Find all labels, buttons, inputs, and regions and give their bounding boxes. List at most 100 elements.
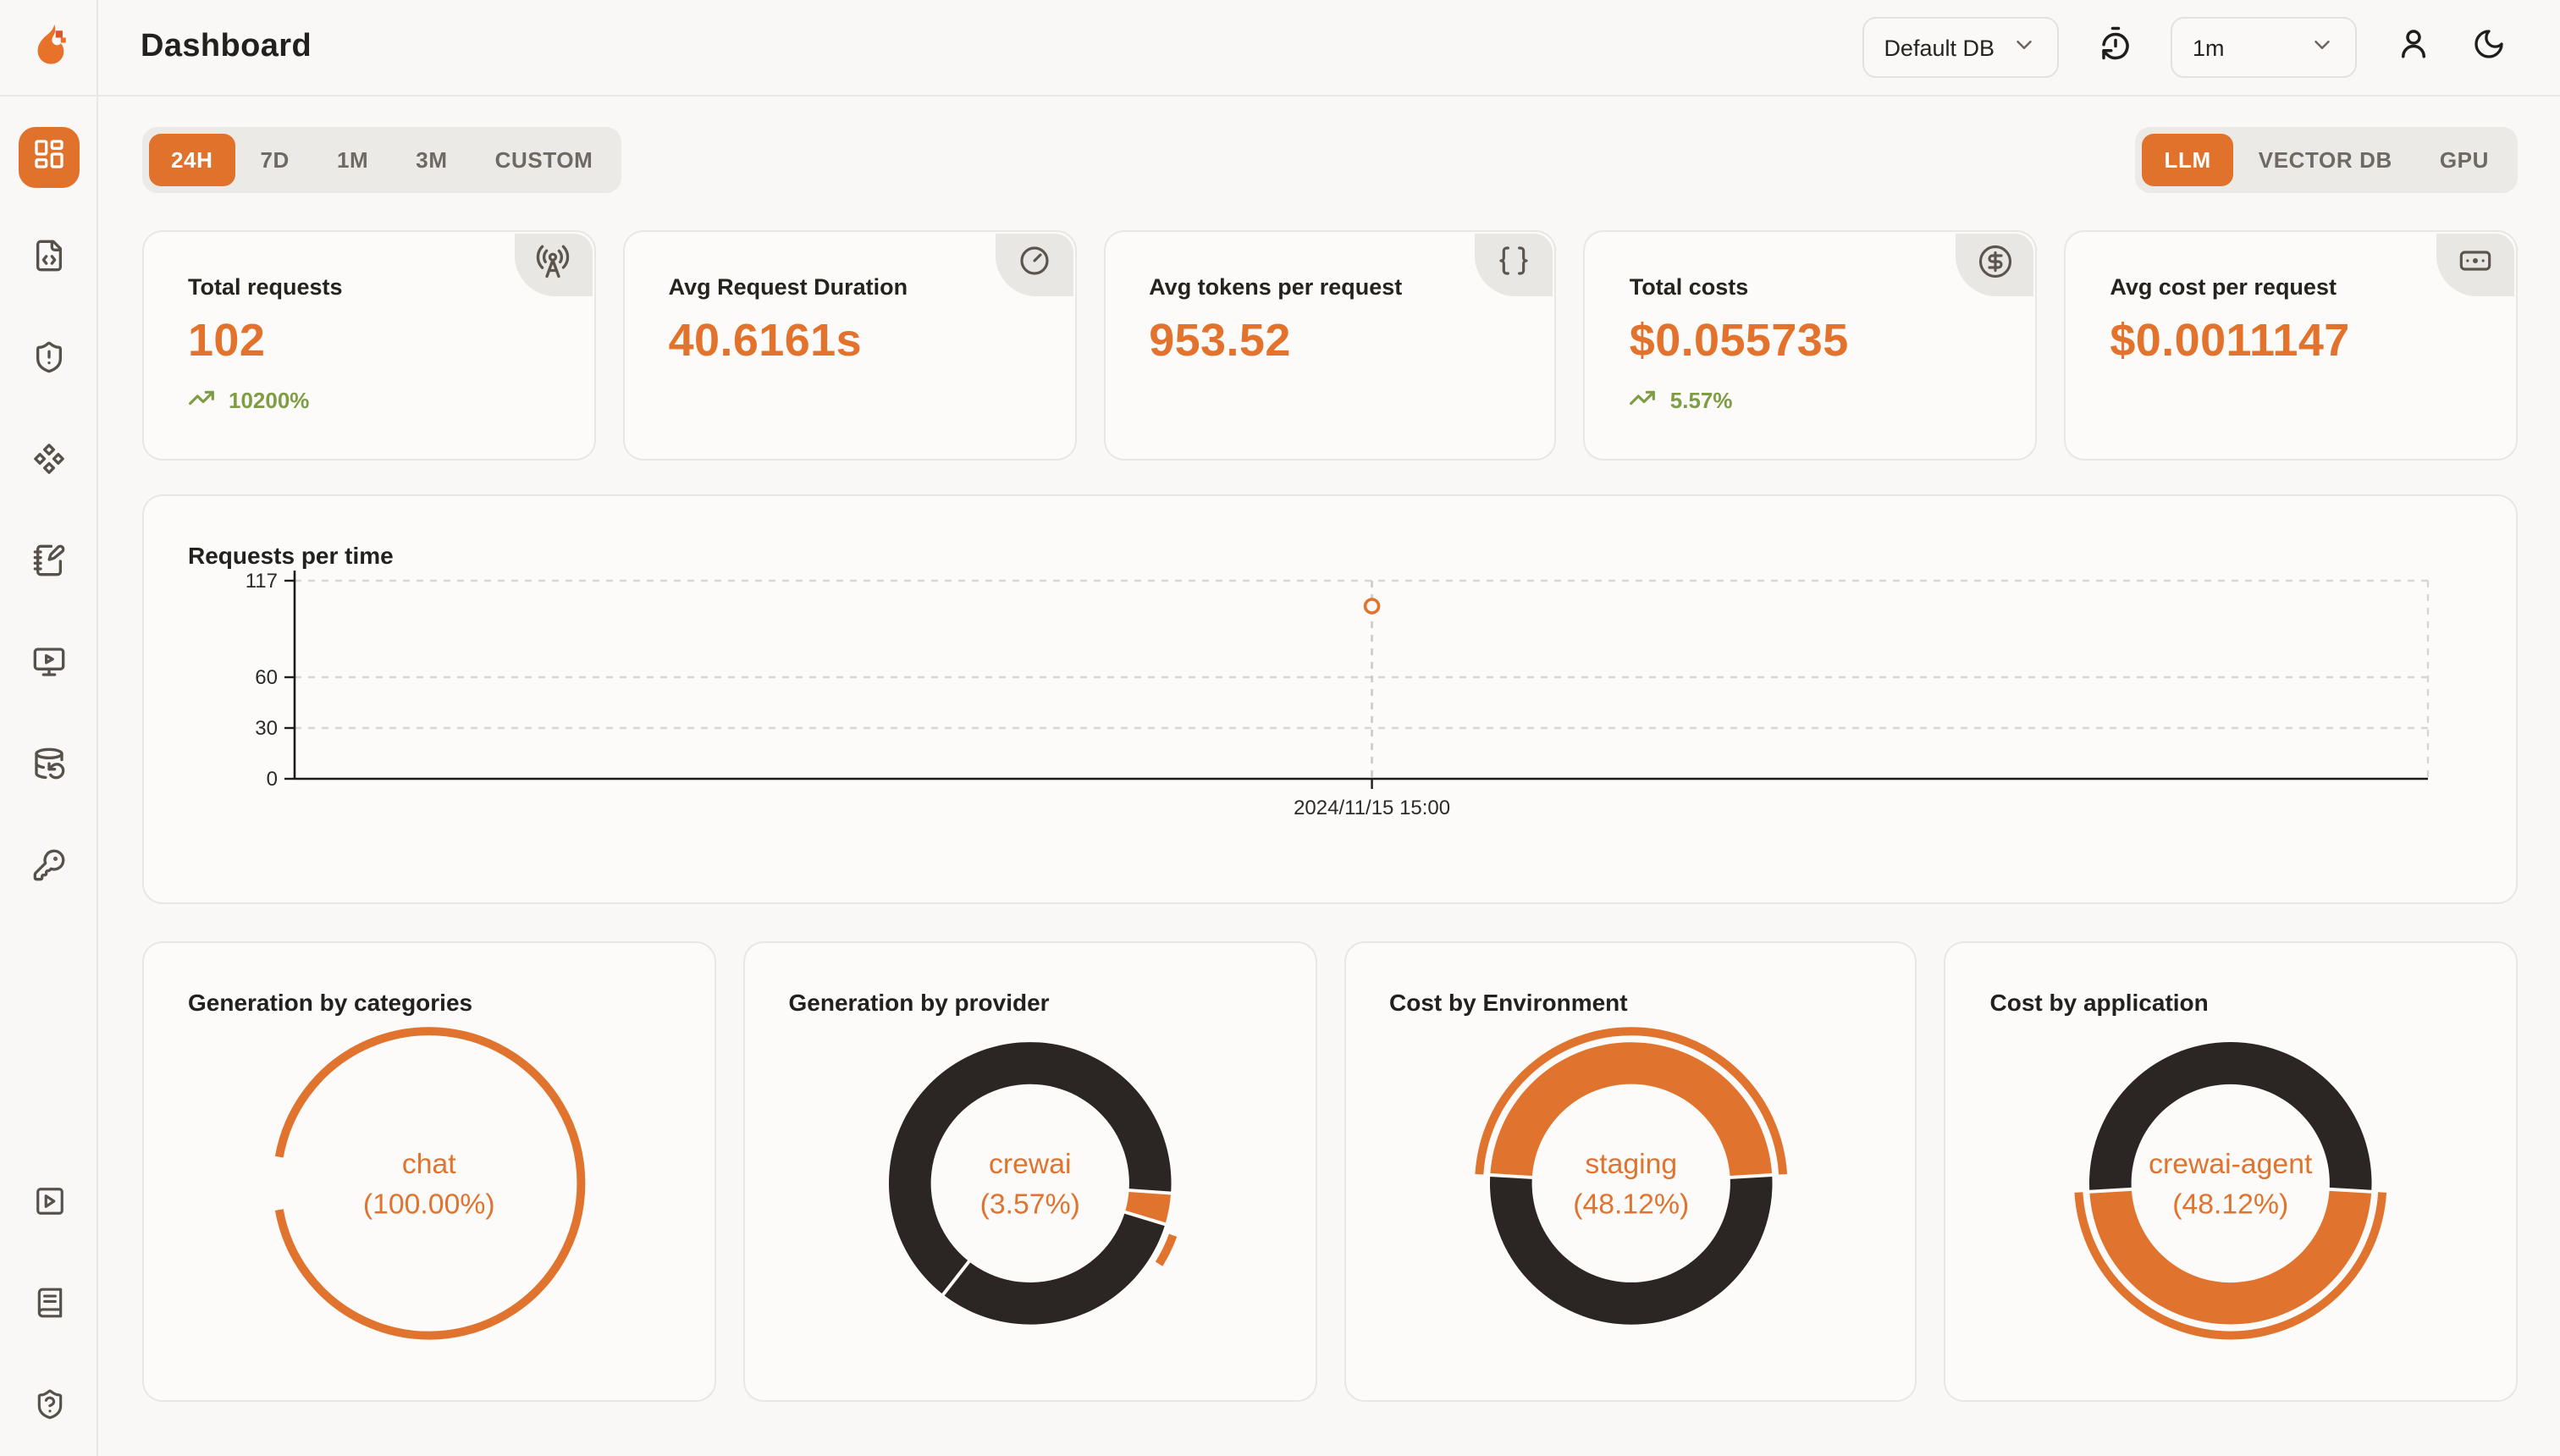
notebook-pen-icon — [32, 543, 66, 585]
sidebar-item-diamonds[interactable] — [19, 432, 80, 493]
timer-icon — [1017, 244, 1051, 286]
banknote-icon — [2458, 244, 2492, 286]
donut-card-cost-by-environment: Cost by Environment staging(48.12%) — [1343, 941, 1917, 1402]
user-menu-button[interactable] — [2392, 27, 2433, 68]
donut-chart: crewai-agent (48.12%) — [1946, 943, 2517, 1400]
svg-text:2024/11/15 15:00: 2024/11/15 15:00 — [1294, 797, 1450, 819]
flame-logo-icon — [26, 18, 72, 77]
theme-toggle-button[interactable] — [2469, 27, 2509, 68]
stats-row: Total requests 102 10200% Avg Request Du… — [142, 230, 2518, 461]
main-content: 24H7D1M3MCUSTOM LLMVECTOR DBGPU Total re… — [98, 97, 2560, 1456]
svg-text:60: 60 — [255, 666, 278, 689]
database-select-value: Default DB — [1884, 35, 1994, 60]
donut-center-label: chat — [402, 1148, 456, 1180]
sidebar-footer-nav — [0, 1175, 98, 1439]
moon-icon — [2472, 26, 2506, 69]
donut-card-generation-by-categories: Generation by categories chat(100.00%) — [142, 941, 716, 1402]
shield-question-icon — [33, 1388, 65, 1429]
tab-1m[interactable]: 1M — [315, 134, 390, 186]
sidebar-item-dashboard[interactable] — [19, 127, 80, 188]
sidebar-footer-item-play-square[interactable] — [19, 1175, 80, 1236]
donut-card-generation-by-provider: Generation by provider crewai(3.57%) — [743, 941, 1317, 1402]
donut-card-cost-by-application: Cost by application crewai-agent(48.12%) — [1945, 941, 2519, 1402]
stat-card-avg-cost-per-request: Avg cost per request $0.0011147 — [2064, 230, 2518, 461]
tab-24h[interactable]: 24H — [149, 134, 235, 186]
braces-icon — [1498, 244, 1531, 286]
stat-delta: 5.57% — [1630, 384, 2036, 416]
stat-card-avg-request-duration: Avg Request Duration 40.6161s — [623, 230, 1077, 461]
trending-up-icon — [188, 384, 215, 416]
chevron-down-icon — [2011, 32, 2037, 63]
circle-dollar-icon — [1977, 243, 2012, 287]
filters-row: 24H7D1M3MCUSTOM LLMVECTOR DBGPU — [142, 127, 2518, 193]
donut-center-label: crewai — [988, 1148, 1071, 1180]
donut-cards-row: Generation by categories chat(100.00%) G… — [142, 941, 2518, 1402]
user-icon — [2395, 25, 2430, 69]
time-range-tabs: 24H7D1M3MCUSTOM — [142, 127, 621, 193]
sidebar-item-database-backup[interactable] — [19, 736, 80, 797]
diamonds-icon — [32, 441, 66, 483]
sidebar-divider — [97, 0, 98, 97]
sidebar-item-notebook-pen[interactable] — [19, 533, 80, 594]
trending-up-icon — [1630, 384, 1657, 416]
scope-tabs: LLMVECTOR DBGPU — [2136, 127, 2518, 193]
stat-value: 953.52 — [1149, 315, 1555, 367]
stat-value: $0.055735 — [1630, 315, 2036, 367]
key-icon — [32, 847, 66, 890]
tab-gpu[interactable]: GPU — [2418, 134, 2511, 186]
sidebar-nav — [0, 127, 98, 899]
radio-tower-icon — [536, 243, 571, 287]
sidebar-footer-item-shield-question[interactable] — [19, 1378, 80, 1439]
dashboard-icon — [32, 136, 66, 179]
top-bar: Dashboard Default DB 1m — [0, 0, 2560, 97]
sidebar-item-monitor-play[interactable] — [19, 635, 80, 696]
tab-llm[interactable]: LLM — [2143, 134, 2233, 186]
sidebar — [0, 97, 98, 1456]
requests-line-chart: 0 30 60 117 2024/11/15 15:00 — [144, 496, 2519, 906]
donut-center-label: staging — [1584, 1148, 1676, 1180]
interval-select-value: 1m — [2193, 35, 2225, 60]
sidebar-item-shield-alert[interactable] — [19, 330, 80, 391]
donut-center-pct: (48.12%) — [1572, 1189, 1688, 1221]
svg-text:0: 0 — [267, 768, 278, 791]
book-text-icon — [33, 1287, 65, 1327]
stat-value: $0.0011147 — [2110, 315, 2516, 367]
tab-3m[interactable]: 3M — [394, 134, 469, 186]
app-logo[interactable] — [0, 18, 98, 77]
database-backup-icon — [32, 746, 66, 788]
donut-center-pct: (3.57%) — [979, 1189, 1079, 1221]
timer-reset-icon — [2097, 25, 2132, 69]
dashboard-app: Dashboard Default DB 1m — [0, 0, 2560, 1456]
shield-alert-icon — [32, 339, 66, 382]
donut-chart: staging (48.12%) — [1345, 943, 1916, 1400]
donut-center-pct: (48.12%) — [2173, 1189, 2289, 1221]
stat-card-avg-tokens-per-request: Avg tokens per request 953.52 — [1103, 230, 1557, 461]
tab-custom[interactable]: CUSTOM — [473, 134, 615, 186]
donut-center-label: crewai-agent — [2149, 1148, 2314, 1180]
file-code-icon — [32, 238, 66, 280]
stat-card-total-requests: Total requests 102 10200% — [142, 230, 596, 461]
play-square-icon — [33, 1185, 65, 1226]
sidebar-footer-item-book-text[interactable] — [19, 1277, 80, 1337]
interval-select[interactable]: 1m — [2171, 17, 2357, 78]
stat-value: 40.6161s — [669, 315, 1075, 367]
chevron-down-icon — [2309, 32, 2335, 63]
tab-7d[interactable]: 7D — [239, 134, 312, 186]
stat-value: 102 — [188, 315, 594, 367]
donut-center-pct: (100.00%) — [363, 1189, 495, 1221]
page-title: Dashboard — [141, 29, 312, 66]
svg-text:30: 30 — [255, 717, 278, 740]
stat-delta-value: 10200% — [229, 388, 309, 413]
stat-delta-value: 5.57% — [1670, 388, 1733, 413]
sidebar-item-key[interactable] — [19, 838, 80, 899]
donut-chart: chat (100.00%) — [144, 943, 714, 1400]
database-select[interactable]: Default DB — [1862, 17, 2059, 78]
refresh-interval-button[interactable] — [2094, 27, 2135, 68]
donut-chart: crewai (3.57%) — [745, 943, 1316, 1400]
svg-text:117: 117 — [246, 570, 278, 593]
header-controls: Default DB 1m — [1862, 17, 2509, 78]
tab-vector-db[interactable]: VECTOR DB — [2237, 134, 2414, 186]
stat-delta: 10200% — [188, 384, 594, 416]
sidebar-item-file-code[interactable] — [19, 229, 80, 290]
stat-card-total-costs: Total costs $0.055735 5.57% — [1584, 230, 2038, 461]
